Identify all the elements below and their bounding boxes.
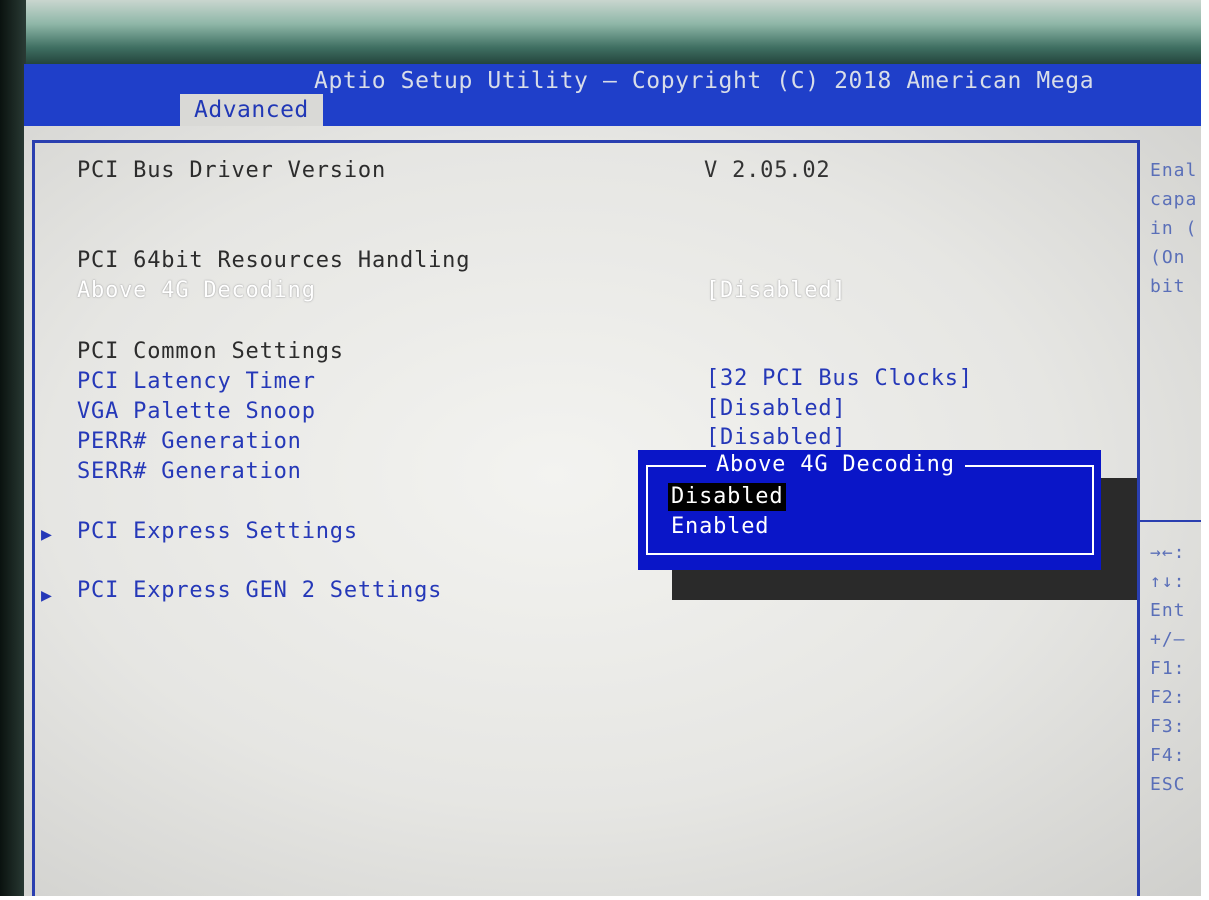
help-line: capa	[1150, 189, 1198, 210]
image-edge-right	[1201, 0, 1209, 900]
vga-palette-snoop-item[interactable]: VGA Palette Snoop	[77, 399, 316, 424]
key-help-f3: F3:	[1150, 716, 1186, 737]
serr-generation-item[interactable]: SERR# Generation	[77, 459, 302, 484]
above-4g-decoding-value[interactable]: [Disabled]	[706, 278, 846, 303]
above-4g-decoding-item[interactable]: Above 4G Decoding	[77, 278, 316, 303]
pci-express-settings-item[interactable]: PCI Express Settings	[77, 519, 358, 544]
pci-express-gen2-settings-item[interactable]: PCI Express GEN 2 Settings	[77, 578, 442, 603]
key-help-f1: F1:	[1150, 658, 1186, 679]
panel-frame	[32, 140, 35, 900]
title-bar: Aptio Setup Utility – Copyright (C) 2018…	[24, 64, 1201, 126]
pci-64bit-heading: PCI 64bit Resources Handling	[77, 248, 471, 273]
key-help-f4: F4:	[1150, 745, 1186, 766]
help-line: Enal	[1150, 160, 1198, 181]
key-help-esc: ESC	[1150, 774, 1186, 795]
key-help-select-item: ↑↓:	[1150, 571, 1186, 592]
popup-option-disabled[interactable]: Disabled	[668, 483, 787, 511]
help-line: (On	[1150, 247, 1186, 268]
perr-generation-value[interactable]: [Disabled]	[706, 425, 846, 450]
help-line: in (	[1150, 218, 1198, 239]
help-separator	[1140, 520, 1201, 522]
submenu-arrow-icon: ▶	[41, 524, 52, 545]
pci-bus-driver-version-label: PCI Bus Driver Version	[77, 158, 386, 183]
submenu-arrow-icon: ▶	[41, 585, 52, 606]
image-edge-bottom	[0, 896, 1209, 900]
popup-option-enabled[interactable]: Enabled	[668, 513, 772, 541]
pci-latency-timer-value[interactable]: [32 PCI Bus Clocks]	[706, 366, 973, 391]
monitor-bezel-left	[0, 0, 26, 900]
pci-bus-driver-version-value: V 2.05.02	[704, 158, 831, 183]
key-help-f2: F2:	[1150, 687, 1186, 708]
tab-advanced[interactable]: Advanced	[180, 94, 323, 126]
app-title: Aptio Setup Utility – Copyright (C) 2018…	[314, 68, 1095, 94]
pci-latency-timer-item[interactable]: PCI Latency Timer	[77, 369, 316, 394]
key-help-change: +/–	[1150, 629, 1186, 650]
monitor-bezel-top	[0, 0, 1209, 68]
popup-title: Above 4G Decoding	[706, 452, 965, 477]
perr-generation-item[interactable]: PERR# Generation	[77, 429, 302, 454]
pci-common-heading: PCI Common Settings	[77, 339, 344, 364]
panel-frame-top	[32, 140, 1140, 143]
help-line: bit	[1150, 276, 1186, 297]
key-help-enter: Ent	[1150, 600, 1186, 621]
vga-palette-snoop-value[interactable]: [Disabled]	[706, 396, 846, 421]
key-help-select-screen: →←:	[1150, 542, 1186, 563]
